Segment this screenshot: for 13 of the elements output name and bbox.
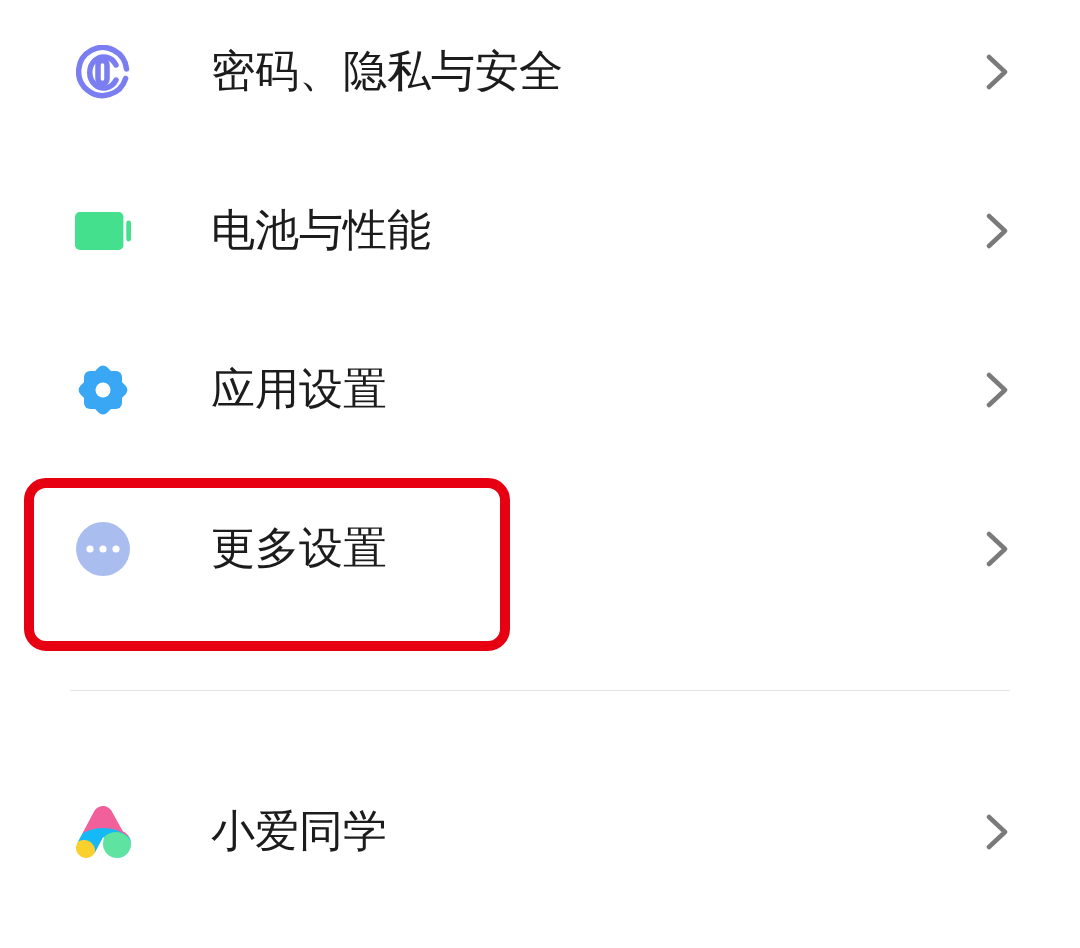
setting-label[interactable]: 应用设置 <box>211 363 986 416</box>
chevron-icon <box>986 371 1008 408</box>
more-icon <box>76 521 130 576</box>
chevron-icon <box>986 530 1008 567</box>
setting-label[interactable]: 电池与性能 <box>211 204 986 257</box>
battery-icon <box>75 210 131 251</box>
fingerprint-icon <box>76 44 130 99</box>
chevron-icon <box>986 813 1008 850</box>
setting-label[interactable]: 小爱同学 <box>211 805 986 858</box>
setting-label[interactable]: 密码、隐私与安全 <box>211 45 986 98</box>
setting-label[interactable]: 更多设置 <box>211 522 986 575</box>
chevron-icon <box>986 53 1008 90</box>
chevron-icon <box>986 212 1008 249</box>
